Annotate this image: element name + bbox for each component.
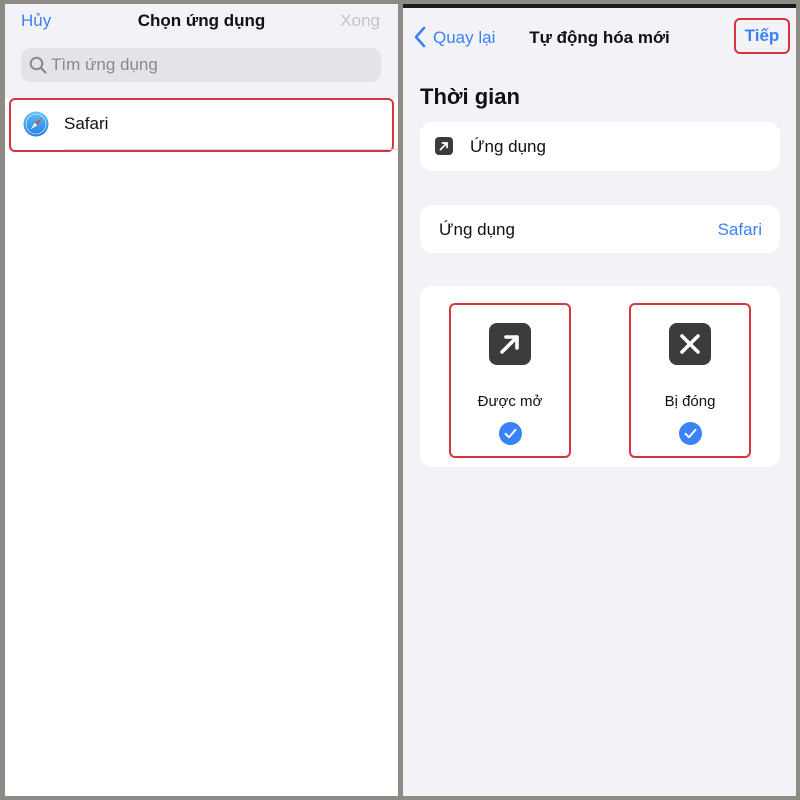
next-button[interactable]: Tiếp [734,18,790,54]
new-automation-screen: Quay lại Tự động hóa mới Tiếp Thời gian … [403,4,796,796]
checkmark-icon[interactable] [679,422,702,445]
arrow-up-right-icon [489,323,531,365]
close-icon [669,323,711,365]
search-field[interactable] [21,48,381,82]
search-icon [29,56,47,74]
app-selector-label: Ứng dụng [439,220,515,239]
options-card: Được mở Bị đóng [420,286,780,467]
option-is-opened[interactable]: Được mở [449,303,571,458]
section-title: Thời gian [420,84,520,109]
choose-app-header: Hủy Chọn ứng dụng Xong [5,4,398,42]
search-bar [5,42,398,98]
done-button[interactable]: Xong [340,11,380,31]
app-list-item-safari[interactable]: Safari [5,98,398,152]
choose-app-screen: Hủy Chọn ứng dụng Xong Safari [5,4,398,796]
status-strip [403,4,796,8]
option-label: Bị đóng [664,393,716,410]
page-title: Chọn ứng dụng [137,11,266,30]
trigger-label: Ứng dụng [470,137,546,156]
app-selector-value[interactable]: Safari [718,220,762,240]
app-selector-row[interactable]: Ứng dụng Safari [420,205,780,253]
checkmark-icon[interactable] [499,422,522,445]
arrow-up-right-icon [435,137,453,155]
option-label: Được mở [477,393,543,410]
divider [64,149,398,150]
trigger-card[interactable]: Ứng dụng [420,122,780,171]
highlight-box [9,98,394,152]
option-is-closed[interactable]: Bị đóng [629,303,751,458]
search-input[interactable] [51,48,371,82]
